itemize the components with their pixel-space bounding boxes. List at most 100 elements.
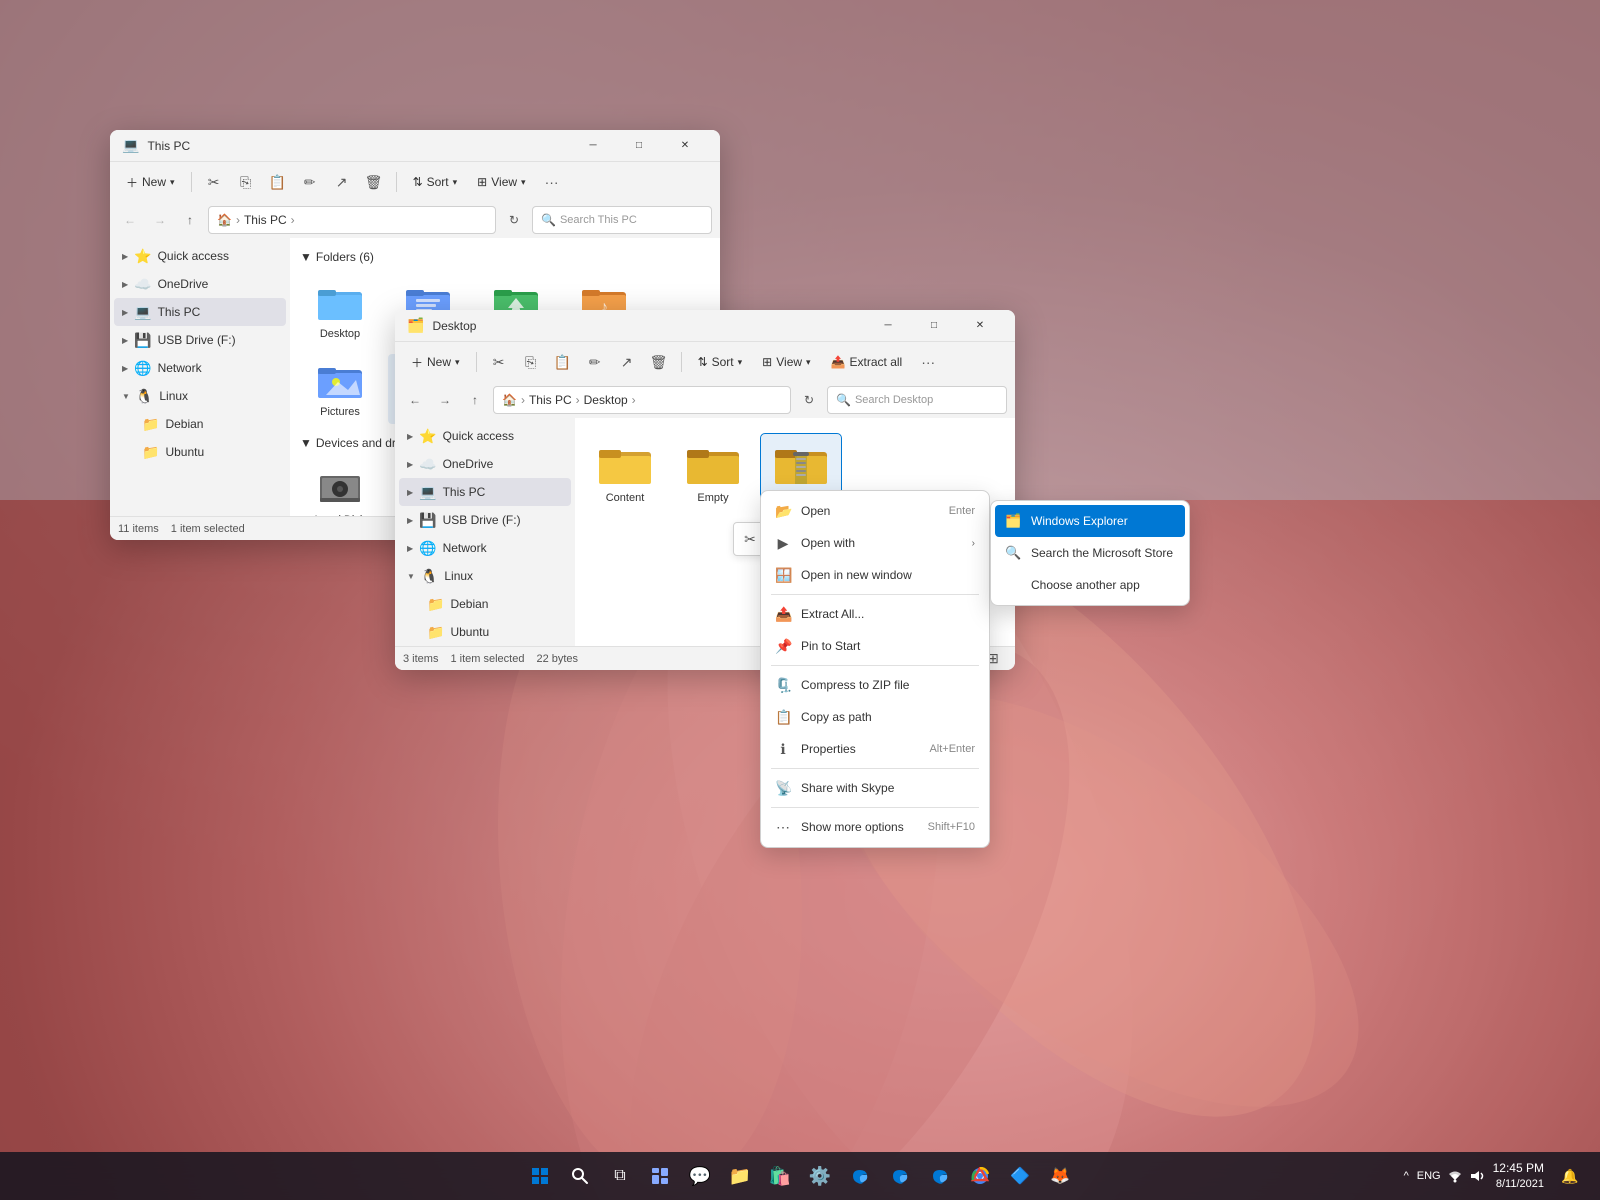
- explorer-taskbar-btn[interactable]: 📁: [722, 1158, 758, 1194]
- view-btn-1[interactable]: ⊞ View ▾: [469, 171, 533, 193]
- forward-btn-1[interactable]: →: [148, 208, 172, 232]
- path-thispc-2[interactable]: This PC: [529, 393, 572, 407]
- expand-systray-btn[interactable]: ^: [1402, 1168, 1411, 1184]
- view-btn-2[interactable]: ⊞ View ▾: [754, 351, 818, 373]
- sidebar-item-onedrive[interactable]: ▶ ☁️ OneDrive: [114, 270, 286, 298]
- search-box-2[interactable]: 🔍 Search Desktop: [827, 386, 1007, 414]
- back-btn-2[interactable]: ←: [403, 388, 427, 412]
- sidebar-item-quickaccess[interactable]: ▶ ⭐ Quick access: [114, 242, 286, 270]
- paste-btn-1[interactable]: 📋: [264, 168, 292, 196]
- sidebar2-network[interactable]: ▶ 🌐 Network: [399, 534, 571, 562]
- lang-indicator: ENG: [1417, 1170, 1441, 1182]
- sidebar-item-thispc[interactable]: ▶ 💻 This PC: [114, 298, 286, 326]
- paste-btn-2[interactable]: 📋: [549, 348, 577, 376]
- start-button[interactable]: [522, 1158, 558, 1194]
- network-tray-icon[interactable]: [1447, 1168, 1463, 1184]
- cut-btn-2[interactable]: ✂: [485, 348, 513, 376]
- maximize-btn-1[interactable]: □: [616, 130, 662, 162]
- file-content[interactable]: Content: [585, 434, 665, 510]
- notification-btn[interactable]: 🔔: [1552, 1158, 1588, 1194]
- sidebar2-debian[interactable]: 📁 Debian: [399, 590, 571, 618]
- settings-taskbar-btn[interactable]: ⚙️: [802, 1158, 838, 1194]
- maximize-btn-2[interactable]: □: [911, 310, 957, 342]
- titlebar-desktop: 🗂️ Desktop ─ □ ✕: [395, 310, 1015, 342]
- new-btn-1[interactable]: ＋ New ▾: [118, 170, 183, 195]
- window-controls-desktop: ─ □ ✕: [865, 310, 1003, 342]
- edge-btn-1[interactable]: [842, 1158, 878, 1194]
- close-btn-1[interactable]: ✕: [662, 130, 708, 162]
- edge-btn-2[interactable]: [882, 1158, 918, 1194]
- chat-btn[interactable]: 💬: [682, 1158, 718, 1194]
- volume-tray-icon[interactable]: [1469, 1168, 1485, 1184]
- file-empty[interactable]: Empty: [673, 434, 753, 510]
- delete-btn-1[interactable]: 🗑: [360, 168, 388, 196]
- forward-btn-2[interactable]: →: [433, 388, 457, 412]
- sidebar2-quickaccess[interactable]: ▶ ⭐ Quick access: [399, 422, 571, 450]
- taskbar-search[interactable]: [562, 1158, 598, 1194]
- ctx-compress[interactable]: 🗜️ Compress to ZIP file: [765, 669, 985, 701]
- widgets-btn[interactable]: [642, 1158, 678, 1194]
- sidebar2-usb[interactable]: ▶ 💾 USB Drive (F:): [399, 506, 571, 534]
- edge-btn-3[interactable]: [922, 1158, 958, 1194]
- submenu-otherapp[interactable]: Choose another app: [995, 569, 1185, 601]
- up-btn-1[interactable]: ↑: [178, 208, 202, 232]
- more-btn-2[interactable]: ···: [914, 348, 942, 376]
- store-btn[interactable]: 🛍️: [762, 1158, 798, 1194]
- more-btn-1[interactable]: ···: [538, 168, 566, 196]
- sort-btn-1[interactable]: ⇅ Sort ▾: [405, 171, 466, 193]
- chrome-btn[interactable]: [962, 1158, 998, 1194]
- ctx-moreoptions[interactable]: ⋯ Show more options Shift+F10: [765, 811, 985, 843]
- sidebar2-ubuntu[interactable]: 📁 Ubuntu: [399, 618, 571, 646]
- share-btn-2[interactable]: ↗: [613, 348, 641, 376]
- address-path-2[interactable]: 🏠 › This PC › Desktop ›: [493, 386, 791, 414]
- address-path-1[interactable]: 🏠 › This PC ›: [208, 206, 496, 234]
- ctx-pinstart[interactable]: 📌 Pin to Start: [765, 630, 985, 662]
- folder-desktop[interactable]: Desktop: [300, 276, 380, 346]
- back-btn-1[interactable]: ←: [118, 208, 142, 232]
- path-thispc-1[interactable]: This PC: [244, 213, 287, 227]
- refresh-btn-2[interactable]: ↻: [797, 388, 821, 412]
- copy-btn-1[interactable]: ⎘: [232, 168, 260, 196]
- ctx-properties[interactable]: ℹ Properties Alt+Enter: [765, 733, 985, 765]
- folder-pictures[interactable]: Pictures: [300, 354, 380, 424]
- extract-btn[interactable]: 📤 Extract all: [823, 351, 911, 373]
- ctx-skype[interactable]: 📡 Share with Skype: [765, 772, 985, 804]
- search-box-1[interactable]: 🔍 Search This PC: [532, 206, 712, 234]
- sidebar-item-debian[interactable]: 📁 Debian: [114, 410, 286, 438]
- submenu-msstore[interactable]: 🔍 Search the Microsoft Store: [995, 537, 1185, 569]
- folders-section-header[interactable]: ▼ Folders (6): [298, 246, 712, 268]
- sidebar-item-linux[interactable]: ▼ 🐧 Linux: [114, 382, 286, 410]
- ctx-opennew[interactable]: 🪟 Open in new window: [765, 559, 985, 591]
- path-desktop-2[interactable]: Desktop: [584, 393, 628, 407]
- sidebar2-linux[interactable]: ▼ 🐧 Linux: [399, 562, 571, 590]
- sidebar2-thispc[interactable]: ▶ 💻 This PC: [399, 478, 571, 506]
- ctx-openwith[interactable]: ▶ Open with ›: [765, 527, 985, 559]
- refresh-btn-1[interactable]: ↻: [502, 208, 526, 232]
- app-btn-2[interactable]: 🦊: [1042, 1158, 1078, 1194]
- sidebar2-onedrive[interactable]: ▶ ☁️ OneDrive: [399, 450, 571, 478]
- sidebar-item-ubuntu[interactable]: 📁 Ubuntu: [114, 438, 286, 466]
- rename-btn-1[interactable]: ✏: [296, 168, 324, 196]
- ctx-copypath[interactable]: 📋 Copy as path: [765, 701, 985, 733]
- up-btn-2[interactable]: ↑: [463, 388, 487, 412]
- ctx-extractall[interactable]: 📤 Extract All...: [765, 598, 985, 630]
- sort-btn-2[interactable]: ⇅ Sort ▾: [690, 351, 751, 373]
- sidebar-item-network[interactable]: ▶ 🌐 Network: [114, 354, 286, 382]
- sidebar-item-usb[interactable]: ▶ 💾 USB Drive (F:): [114, 326, 286, 354]
- cut-btn-1[interactable]: ✂: [200, 168, 228, 196]
- app-btn-1[interactable]: 🔷: [1002, 1158, 1038, 1194]
- new-btn-2[interactable]: ＋ New ▾: [403, 350, 468, 375]
- close-btn-2[interactable]: ✕: [957, 310, 1003, 342]
- taskbar-clock[interactable]: 12:45 PM 8/11/2021: [1493, 1161, 1544, 1191]
- share-btn-1[interactable]: ↗: [328, 168, 356, 196]
- ctx-open[interactable]: 📂 Open Enter: [765, 495, 985, 527]
- minimize-btn-2[interactable]: ─: [865, 310, 911, 342]
- submenu-winexplorer[interactable]: 🗂️ Windows Explorer: [995, 505, 1185, 537]
- drive-c[interactable]: Local Disk (C:): [300, 462, 380, 516]
- window-title-desktop: Desktop: [432, 319, 857, 333]
- rename-btn-2[interactable]: ✏: [581, 348, 609, 376]
- minimize-btn-1[interactable]: ─: [570, 130, 616, 162]
- delete-btn-2[interactable]: 🗑: [645, 348, 673, 376]
- taskview-btn[interactable]: ⧉: [602, 1158, 638, 1194]
- copy-btn-2[interactable]: ⎘: [517, 348, 545, 376]
